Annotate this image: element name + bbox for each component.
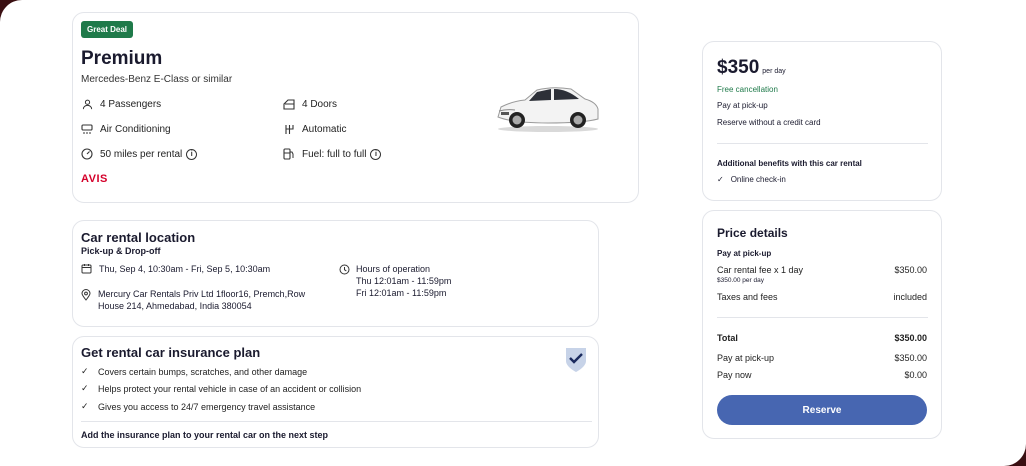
location-pin-icon	[81, 289, 91, 312]
taxes-row: Taxes and fees included	[717, 292, 927, 302]
dates-text: Thu, Sep 4, 10:30am - Fri, Sep 5, 10:30a…	[99, 263, 271, 274]
details-section: Pay at pick-up	[717, 249, 772, 258]
car-class-title: Premium	[81, 48, 163, 69]
calendar-icon	[81, 263, 92, 274]
miles-label: 50 miles per rental	[100, 148, 183, 160]
reserve-button[interactable]: Reserve	[717, 395, 927, 425]
no-credit-card: Reserve without a credit card	[717, 118, 821, 127]
divider	[81, 421, 592, 422]
rental-address: Mercury Car Rentals Priv Ltd 1floor16, P…	[81, 288, 305, 312]
hours-thu: Thu 12:01am - 11:59pm	[356, 276, 452, 286]
insurance-footer: Add the insurance plan to your rental ca…	[81, 430, 329, 440]
checkmark-icon: ✓	[81, 401, 89, 411]
car-model-subtitle: Mercedes-Benz E-Class or similar	[81, 74, 233, 85]
ac-feature: Air Conditioning	[81, 123, 171, 135]
benefit-text: Covers certain bumps, scratches, and oth…	[98, 366, 308, 377]
taxes-label: Taxes and fees	[717, 292, 778, 302]
info-icon[interactable]: i	[370, 148, 382, 160]
pay-now-value: $0.00	[904, 370, 927, 380]
pay-at-pickup: Pay at pick-up	[717, 101, 768, 110]
benefit-item: ✓ Online check-in	[717, 175, 786, 184]
page: Great Deal Premium Mercedes-Benz E-Class…	[0, 0, 1026, 466]
price-details-card: Price details Pay at pick-up Car rental …	[702, 210, 942, 439]
price-amount: $350	[717, 57, 760, 78]
fee-row: Car rental fee x 1 day $350.00	[717, 265, 927, 275]
air-conditioning-icon	[81, 123, 93, 135]
hours-of-operation: Hours of operation Thu 12:01am - 11:59pm…	[339, 263, 451, 299]
fuel-feature: Fuel: full to full i	[283, 148, 382, 160]
transmission-feature: Automatic	[283, 123, 346, 135]
insurance-title: Get rental car insurance plan	[81, 345, 261, 360]
speedometer-icon	[81, 148, 93, 160]
total-label: Total	[717, 333, 738, 343]
price-summary-card: $350 per day Free cancellation Pay at pi…	[702, 41, 942, 201]
benefit-text: Helps protect your rental vehicle in cas…	[98, 383, 362, 394]
checkmark-icon: ✓	[81, 366, 89, 376]
hours-title: Hours of operation	[356, 264, 431, 274]
rental-dates: Thu, Sep 4, 10:30am - Fri, Sep 5, 10:30a…	[81, 263, 270, 274]
total-row: Total $350.00	[717, 333, 927, 343]
pay-now-label: Pay now	[717, 370, 752, 380]
fuel-label: Fuel: full to full	[302, 148, 367, 160]
free-cancellation: Free cancellation	[717, 85, 778, 94]
location-title: Car rental location	[81, 230, 196, 245]
divider	[717, 317, 928, 318]
fee-value: $350.00	[894, 265, 927, 275]
insurance-benefit: ✓ Helps protect your rental vehicle in ca…	[81, 383, 361, 394]
info-icon[interactable]: i	[186, 148, 198, 160]
pickup-row: Pay at pick-up $350.00	[717, 353, 927, 363]
pay-now-row: Pay now $0.00	[717, 370, 927, 380]
rental-location-card: Car rental location Pick-up & Drop-off T…	[72, 220, 599, 327]
benefits-title: Additional benefits with this car rental	[717, 159, 862, 168]
insurance-benefit: ✓ Covers certain bumps, scratches, and ot…	[81, 366, 307, 377]
clock-icon	[339, 264, 350, 299]
shield-check-icon	[566, 348, 586, 372]
details-title: Price details	[717, 226, 788, 240]
door-icon	[283, 98, 295, 110]
pickup-value: $350.00	[894, 353, 927, 363]
car-offer-card: Great Deal Premium Mercedes-Benz E-Class…	[72, 12, 639, 203]
price-period: per day	[762, 68, 786, 75]
taxes-value: included	[893, 292, 927, 302]
transmission-label: Automatic	[302, 123, 347, 135]
fuel-pump-icon	[283, 148, 295, 160]
miles-feature: 50 miles per rental i	[81, 148, 198, 160]
doors-feature: 4 Doors	[283, 98, 337, 110]
insurance-card: Get rental car insurance plan ✓ Covers ce…	[72, 336, 599, 448]
person-icon	[81, 98, 93, 110]
gearshift-icon	[283, 123, 295, 135]
ac-label: Air Conditioning	[100, 123, 171, 135]
checkmark-icon: ✓	[81, 383, 89, 393]
doors-label: 4 Doors	[302, 98, 338, 110]
great-deal-badge: Great Deal	[81, 21, 134, 38]
address-line-2: House 214, Ahmedabad, India 380054	[98, 301, 252, 311]
location-subtitle: Pick-up & Drop-off	[81, 246, 161, 256]
car-image	[497, 87, 599, 132]
total-value: $350.00	[894, 333, 927, 343]
passengers-label: 4 Passengers	[100, 98, 162, 110]
benefit-text: Online check-in	[730, 175, 786, 184]
passengers-feature: 4 Passengers	[81, 98, 161, 110]
hours-fri: Fri 12:01am - 11:59pm	[356, 288, 447, 298]
checkmark-icon: ✓	[717, 175, 724, 184]
fee-label: Car rental fee x 1 day	[717, 265, 804, 275]
fee-sub: $350.00 per day	[717, 277, 764, 284]
pickup-label: Pay at pick-up	[717, 353, 775, 363]
benefit-text: Gives you access to 24/7 emergency trave…	[98, 401, 316, 412]
insurance-benefit: ✓ Gives you access to 24/7 emergency trav…	[81, 401, 315, 412]
price-display: $350 per day	[717, 57, 786, 79]
divider	[717, 143, 928, 144]
address-line-1: Mercury Car Rentals Priv Ltd 1floor16, P…	[98, 289, 306, 299]
avis-logo: AVIS	[81, 173, 108, 185]
